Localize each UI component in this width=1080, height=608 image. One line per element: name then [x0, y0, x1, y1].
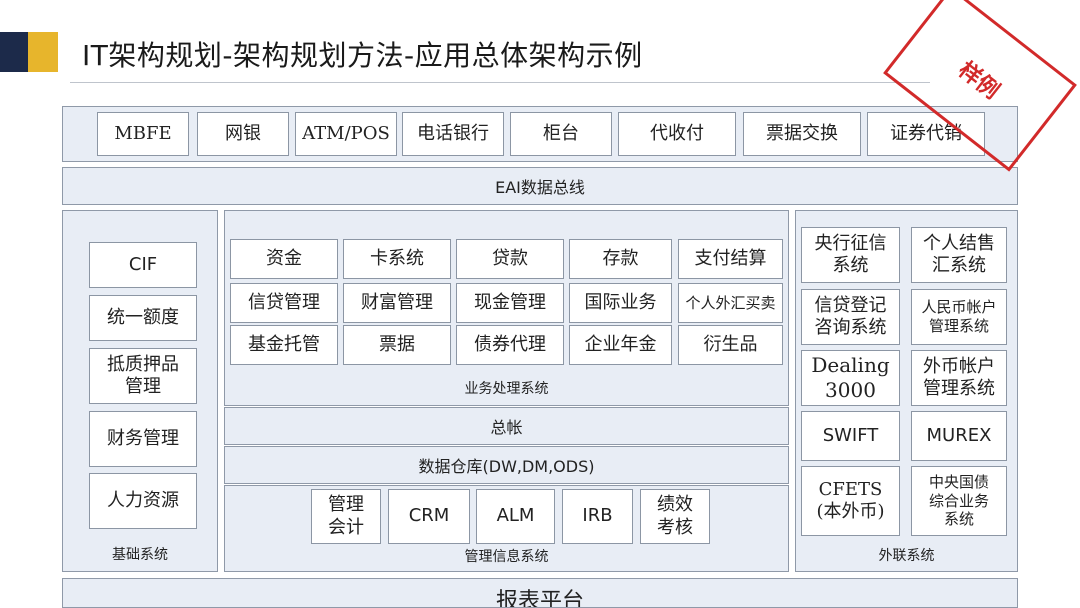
- ext-credit-registry: 信贷登记 咨询系统: [801, 289, 900, 345]
- biz-fund-custody: 基金托管: [230, 325, 338, 365]
- ext-personal-fx: 个人结售 汇系统: [911, 227, 1007, 283]
- mis-management-accounting: 管理 会计: [311, 489, 381, 544]
- biz-derivatives: 衍生品: [678, 325, 783, 365]
- basic-cif: CIF: [89, 242, 197, 288]
- header-accent-dark: [0, 32, 28, 72]
- ext-dealing-3000: Dealing 3000: [801, 350, 900, 406]
- sample-stamp-text: 样例: [953, 57, 1004, 105]
- biz-credit-mgmt: 信贷管理: [230, 283, 338, 323]
- channel-online-bank: 网银: [197, 112, 289, 156]
- data-warehouse: 数据仓库(DW,DM,ODS): [224, 446, 789, 484]
- biz-card: 卡系统: [343, 239, 451, 279]
- channel-phone-bank: 电话银行: [402, 112, 504, 156]
- biz-cash: 现金管理: [456, 283, 564, 323]
- biz-wealth: 财富管理: [343, 283, 451, 323]
- ext-swift: SWIFT: [801, 411, 900, 461]
- basic-systems-caption: 基础系统: [112, 547, 168, 563]
- ext-fx-account: 外币帐户 管理系统: [911, 350, 1007, 406]
- mis-crm: CRM: [388, 489, 470, 544]
- biz-deposit: 存款: [569, 239, 672, 279]
- ext-rmb-account: 人民币帐户 管理系统: [911, 289, 1007, 345]
- channel-collection: 代收付: [618, 112, 736, 156]
- basic-credit-limit: 统一额度: [89, 295, 197, 341]
- biz-funds: 资金: [230, 239, 338, 279]
- report-platform-section: 报表平台: [62, 578, 1018, 608]
- general-ledger: 总帐: [224, 407, 789, 445]
- ext-pboc-credit: 央行征信 系统: [801, 227, 900, 283]
- biz-loan: 贷款: [456, 239, 564, 279]
- ext-central-bond: 中央国债 综合业务 系统: [911, 466, 1007, 536]
- channel-bill-exchange: 票据交换: [743, 112, 861, 156]
- business-caption: 业务处理系统: [464, 381, 549, 397]
- biz-international: 国际业务: [569, 283, 672, 323]
- mis-caption: 管理信息系统: [464, 549, 549, 565]
- basic-collateral: 抵质押品 管理: [89, 348, 197, 404]
- biz-bond-agency: 债券代理: [456, 325, 564, 365]
- ext-cfets: CFETS (本外币): [801, 466, 900, 536]
- external-caption: 外联系统: [878, 548, 935, 564]
- page-title: IT架构规划-架构规划方法-应用总体架构示例: [82, 39, 643, 72]
- basic-finance: 财务管理: [89, 411, 197, 467]
- header-accent-gold: [28, 32, 58, 72]
- biz-bills: 票据: [343, 325, 451, 365]
- ext-murex: MUREX: [911, 411, 1007, 461]
- channel-counter: 柜台: [510, 112, 612, 156]
- biz-fx-trading: 个人外汇买卖: [678, 283, 783, 323]
- channel-mbfe: MBFE: [97, 112, 189, 156]
- header-divider: [70, 82, 930, 83]
- biz-payment: 支付结算: [678, 239, 783, 279]
- biz-annuity: 企业年金: [569, 325, 672, 365]
- mis-alm: ALM: [476, 489, 555, 544]
- mis-irb: IRB: [562, 489, 633, 544]
- basic-hr: 人力资源: [89, 473, 197, 529]
- mis-performance: 绩效 考核: [640, 489, 710, 544]
- report-platform-label: 报表平台: [495, 589, 584, 608]
- channel-atm-pos: ATM/POS: [295, 112, 397, 156]
- eai-bus: EAI数据总线: [62, 167, 1018, 205]
